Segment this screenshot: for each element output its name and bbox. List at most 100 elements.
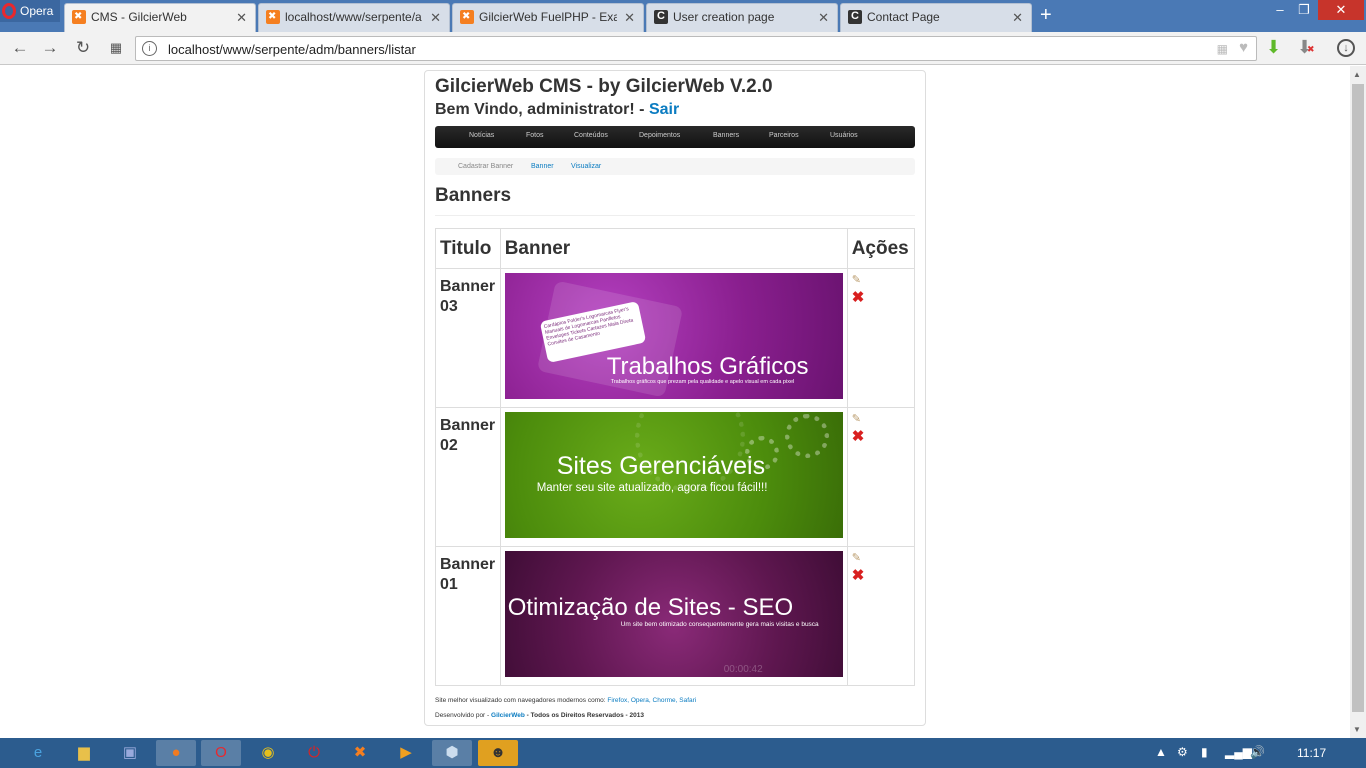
heart-icon[interactable]: ♥ [1239,39,1248,56]
delete-x-icon[interactable]: ✖ [852,290,910,306]
cms-container: GilcierWeb CMS - by GilcierWeb V.2.0 Bem… [424,70,926,726]
site-info-icon[interactable]: i [142,41,157,56]
banner-image-seo: Otimização de Sites - SEO Um site bem ot… [504,551,843,677]
tab-localhost[interactable]: localhost/www/serpente/a ✕ [258,3,450,32]
close-icon[interactable]: ✕ [430,4,441,31]
main-navbar: Notícias Fotos Conteúdos Depoimentos Ban… [435,126,915,148]
nav-fotos[interactable]: Fotos [526,132,544,139]
download-icon[interactable]: ⬇ [1266,37,1281,58]
actions-cell: ✎ ✖ [846,407,916,547]
sub-navbar: Cadastrar Banner Banner Visualizar [435,158,915,175]
signal-icon[interactable]: ▂▄▆ [1225,745,1252,759]
footer-browsers-text: Site melhor visualizado com navegadores … [435,697,606,704]
xampp-taskbar-icon[interactable]: ✖ [340,740,380,766]
banner-image-cell: Otimização de Sites - SEO Um site bem ot… [499,546,848,686]
banner-title-cell: Banner 01 [435,546,501,686]
gimp-icon[interactable]: ☻ [478,740,518,766]
opera-menu-label: Opera [20,4,54,18]
download-blocked-icon[interactable]: ⬇ [1297,37,1315,58]
footer-rights-text: - Todos os Direitos Reservados - 2013 [526,712,644,719]
tray-expand-icon[interactable]: ▲ [1155,745,1167,759]
forward-button[interactable]: → [39,38,61,58]
footer-dev-link[interactable]: GilcierWeb [491,712,525,719]
banner-title-cell: Banner 03 [435,268,501,408]
gear-icon [784,414,829,458]
footer-link-safari[interactable]: Safari [679,697,696,704]
firefox-icon[interactable]: ● [156,740,196,766]
logout-link[interactable]: Sair [649,101,679,118]
new-tab-button[interactable]: + [1040,4,1052,27]
delete-x-icon[interactable]: ✖ [852,568,910,584]
c-icon [848,4,862,30]
app-window-icon[interactable]: ▣ [110,740,150,766]
clock[interactable]: 11:17 [1297,746,1326,760]
opera-taskbar-icon[interactable]: O [201,740,241,766]
address-bar[interactable]: i localhost/www/serpente/adm/banners/lis… [135,36,1257,61]
actions-cell: ✎ ✖ [846,546,916,686]
delete-x-icon[interactable]: ✖ [852,429,910,445]
media-player-icon[interactable]: ▶ [386,740,426,766]
reload-button[interactable]: ↻ [72,38,94,58]
tab-user-creation[interactable]: User creation page ✕ [646,3,838,32]
tab-bar: Opera CMS - GilcierWeb ✕ localhost/www/s… [0,0,1366,32]
subnav-banner[interactable]: Banner [531,163,554,170]
back-button[interactable]: ← [9,38,31,58]
downloads-circle-icon[interactable]: ↓ [1337,39,1355,57]
footer-link-chrome[interactable]: Chorme, [653,697,678,704]
nav-parceiros[interactable]: Parceiros [769,132,799,139]
welcome-text: Bem Vindo, administrator! - [435,101,645,118]
banner-headline: Trabalhos Gráficos [606,353,809,380]
power-app-icon[interactable]: ⏻ [294,740,334,766]
scroll-up-arrow-icon[interactable]: ▲ [1353,70,1361,79]
tab-contact-page[interactable]: Contact Page ✕ [840,3,1032,32]
subnav-cadastrar-banner[interactable]: Cadastrar Banner [458,163,513,170]
scroll-down-arrow-icon[interactable]: ▼ [1353,725,1361,734]
tab-label: CMS - GilcierWeb [91,10,187,24]
internet-explorer-icon[interactable]: e [18,740,58,766]
tab-label: User creation page [673,10,775,24]
subnav-visualizar[interactable]: Visualizar [571,163,601,170]
column-header-titulo: Titulo [435,228,501,269]
tab-fuelphp[interactable]: GilcierWeb FuelPHP - Exam ✕ [452,3,644,32]
edit-pencil-icon[interactable]: ✎ [852,413,910,425]
actions-cell: ✎ ✖ [846,268,916,408]
window-close-button[interactable]: ✕ [1318,0,1364,20]
volume-icon[interactable]: 🔊 [1250,745,1265,759]
banners-table: Titulo Banner Ações Banner 03 Cardápios … [435,228,916,686]
banner-headline: Otimização de Sites - SEO [507,594,794,621]
banner-subline: Manter seu site atualizado, agora ficou … [536,482,768,494]
chrome-icon[interactable]: ◉ [248,740,288,766]
footer-link-firefox[interactable]: Firefox, [607,697,629,704]
nav-usuarios[interactable]: Usuários [830,132,858,139]
banner-image-cell: Cardápios Folder's Logomarcas Flyer's Ma… [499,268,848,408]
close-icon[interactable]: ✕ [1012,4,1023,31]
footer-link-opera[interactable]: Opera, [631,697,651,704]
banner-title-cell: Banner 02 [435,407,501,547]
nav-depoimentos[interactable]: Depoimentos [639,132,680,139]
tab-cms-gilcierweb[interactable]: CMS - GilcierWeb ✕ [64,3,256,32]
scrollbar-thumb[interactable] [1352,84,1364,712]
edit-pencil-icon[interactable]: ✎ [852,274,910,286]
table-row: Banner 03 Cardápios Folder's Logomarcas … [435,268,916,408]
tray-app-icon[interactable]: ⚙ [1177,745,1188,759]
battery-icon[interactable]: ▮ [1201,745,1208,759]
nav-banners[interactable]: Banners [713,132,739,139]
speed-dial-grid-icon[interactable]: ▦ [105,38,127,58]
opera-menu-button[interactable]: Opera [0,0,60,22]
edit-pencil-icon[interactable]: ✎ [852,552,910,564]
vertical-scrollbar[interactable]: ▲ ▼ [1350,66,1366,738]
nav-conteudos[interactable]: Conteúdos [574,132,608,139]
restore-button[interactable]: ❐ [1286,0,1322,20]
xampp-icon [72,4,86,30]
table-row: Banner 02 Sites Gerenciáveis Manter seu … [435,407,916,547]
close-icon[interactable]: ✕ [236,4,247,31]
footer-dev-prefix: Desenvolvido por - [435,712,490,719]
speed-dial-icon[interactable]: ▦ [1217,42,1228,56]
banner-image-cell: Sites Gerenciáveis Manter seu site atual… [499,407,848,547]
close-icon[interactable]: ✕ [818,4,829,31]
close-icon[interactable]: ✕ [624,4,635,31]
address-text[interactable]: localhost/www/serpente/adm/banners/lista… [168,42,416,57]
file-explorer-icon[interactable]: ▆ [64,740,104,766]
nav-noticias[interactable]: Notícias [469,132,494,139]
virtualbox-icon[interactable]: ⬢ [432,740,472,766]
